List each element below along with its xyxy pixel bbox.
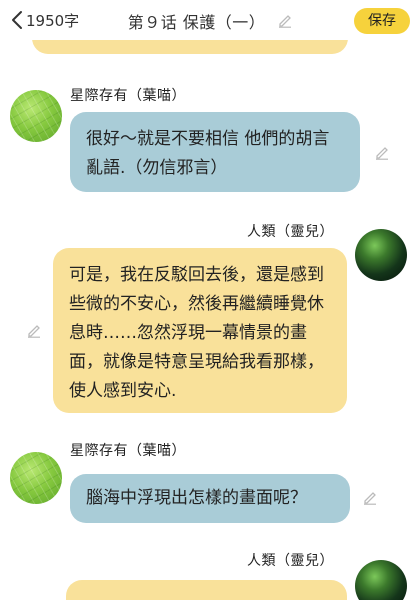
pencil-icon[interactable] (26, 322, 42, 342)
avatar-right-1[interactable] (355, 229, 407, 281)
page-title: 第９话 保護（一） (127, 13, 266, 32)
message-bubble-3[interactable]: 腦海中浮現出怎樣的畫面呢？ (70, 474, 350, 523)
sender-name-3: 星際存有（葉喵） (70, 443, 186, 459)
avatar-left-2[interactable] (10, 452, 62, 504)
message-bubble-4[interactable] (66, 580, 347, 600)
message-bubble-1[interactable]: 很好～就是不要相信 他們的胡言亂語.（勿信邪言） (70, 112, 360, 192)
message-bubble-2[interactable]: 可是，我在反駁回去後，還是感到些微的不安心，然後再繼續睡覺休息時……忽然浮現一幕… (53, 248, 347, 413)
avatar-right-2[interactable] (355, 560, 407, 600)
pencil-icon[interactable] (374, 144, 390, 164)
edit-title-pencil-icon[interactable] (277, 12, 293, 32)
sender-name-2: 人類（靈兒） (247, 224, 334, 240)
avatar-left-1[interactable] (10, 90, 62, 142)
top-bar: 1950字 第９话 保護（一） 保存 (0, 0, 417, 40)
save-button[interactable]: 保存 (354, 8, 410, 34)
pencil-icon[interactable] (362, 489, 378, 509)
sender-name-1: 星際存有（葉喵） (70, 88, 186, 104)
sender-name-4: 人類（靈兒） (247, 553, 334, 569)
